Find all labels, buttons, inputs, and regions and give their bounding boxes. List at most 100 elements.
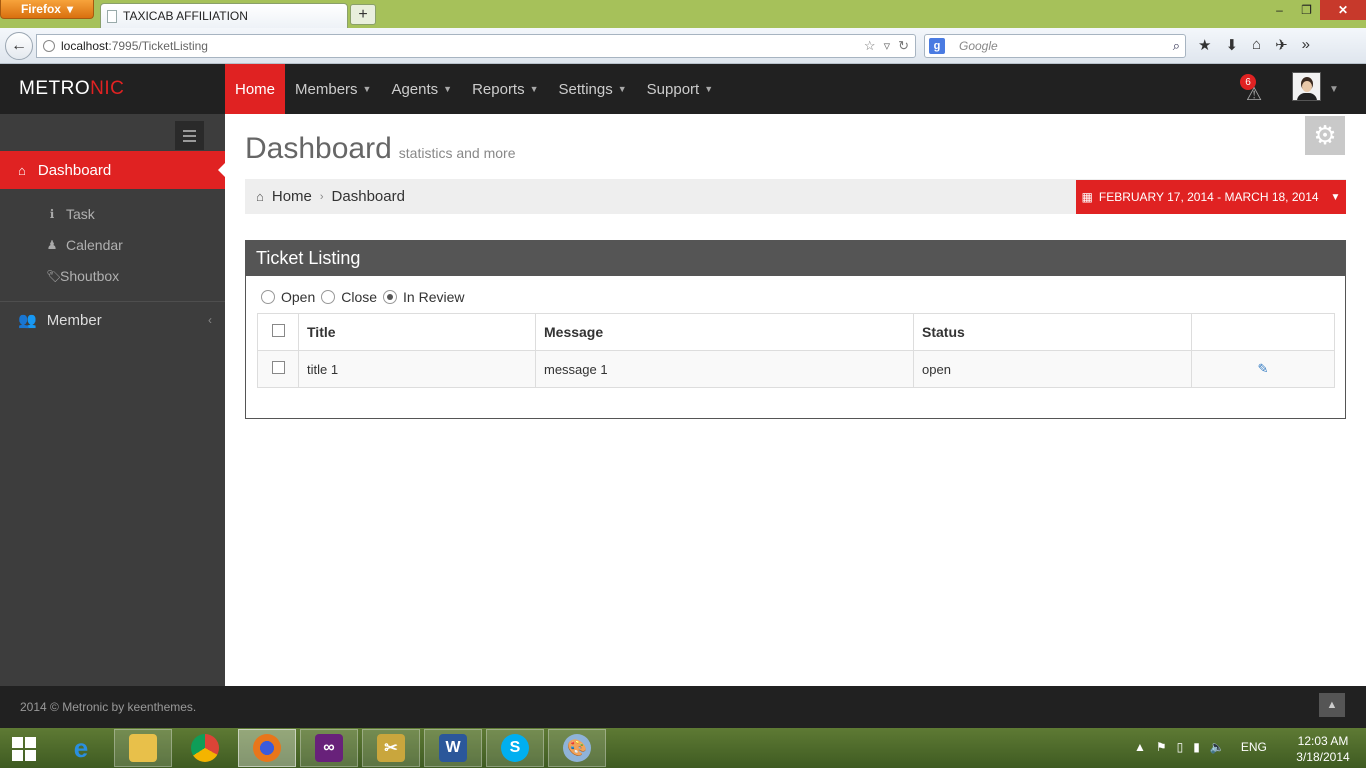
taskbar-visual-studio[interactable]: ∞: [300, 729, 358, 767]
clock-date: 3/18/2014: [1296, 750, 1350, 764]
column-actions: [1191, 313, 1335, 351]
home-icon: ⌂: [256, 189, 264, 204]
sidebar-item-calendar[interactable]: ♟ Calendar: [46, 233, 123, 257]
chevron-down-icon: ▼: [704, 84, 714, 94]
bookmark-star-icon[interactable]: ☆: [864, 38, 876, 54]
sidebar-item-label: Member: [46, 311, 102, 329]
firefox-icon: [253, 734, 281, 762]
filter-open[interactable]: Open: [261, 289, 315, 305]
plus-icon: +: [358, 5, 368, 23]
volume-icon[interactable]: 🔈: [1210, 740, 1225, 754]
chevron-down-icon: ▼: [1330, 191, 1341, 203]
notifications-button[interactable]: 6 ⚠: [1236, 72, 1268, 106]
date-range-picker[interactable]: ▦ FEBRUARY 17, 2014 - MARCH 18, 2014 ▼: [1076, 180, 1346, 214]
url-path: :7995/TicketListing: [108, 39, 208, 53]
search-bar[interactable]: g Google ⌕: [924, 34, 1186, 58]
nav-settings[interactable]: Settings ▼: [549, 64, 637, 114]
nav-agents[interactable]: Agents ▼: [381, 64, 462, 114]
nav-members[interactable]: Members ▼: [285, 64, 381, 114]
sidebar-item-shoutbox[interactable]: 🏷 Shoutbox: [46, 264, 119, 288]
logo[interactable]: METRO NIC: [19, 64, 124, 114]
top-navigation: Home Members ▼ Agents ▼ Reports ▼ Settings ▼…: [225, 64, 723, 120]
sidebar-toggle-button[interactable]: [175, 121, 204, 150]
logo-text-a: METRO: [19, 78, 91, 99]
theme-settings-button[interactable]: ⚙: [1305, 116, 1345, 155]
avatar[interactable]: [1292, 72, 1321, 101]
sidebar-item-member[interactable]: 👥 Member ‹: [18, 310, 212, 330]
info-icon: ℹ: [49, 207, 55, 221]
show-hidden-icons[interactable]: ▲: [1134, 740, 1146, 754]
radio-open[interactable]: [261, 290, 275, 304]
page-footer: 2014 © Metronic by keenthemes. ▲: [0, 686, 1366, 728]
taskbar-word[interactable]: W: [424, 729, 482, 767]
sidebar-item-dashboard[interactable]: ⌂ Dashboard: [0, 151, 225, 189]
window-controls: – ❐ ✕: [1266, 0, 1366, 20]
addon-icon[interactable]: ✈: [1275, 36, 1288, 54]
chevron-down-icon: ▼: [617, 84, 627, 94]
minimize-button[interactable]: –: [1266, 0, 1293, 20]
filter-in-review[interactable]: In Review: [383, 289, 465, 305]
taskbar-skype[interactable]: S: [486, 729, 544, 767]
search-icon[interactable]: ⌕: [1173, 38, 1180, 54]
skype-icon: S: [501, 734, 529, 762]
chevron-left-icon: ‹: [208, 313, 212, 327]
sidebar-item-task[interactable]: ℹ Task: [46, 202, 95, 226]
nav-label: Members: [295, 80, 358, 98]
taskbar-explorer[interactable]: [114, 729, 172, 767]
network-icon[interactable]: ▮: [1193, 740, 1200, 754]
reload-icon[interactable]: ↻: [898, 38, 909, 54]
user-icon: ♟: [46, 238, 58, 252]
panel-title: Ticket Listing: [246, 241, 1345, 276]
browser-tab[interactable]: TAXICAB AFFILIATION: [100, 3, 348, 28]
scroll-top-button[interactable]: ▲: [1319, 693, 1345, 717]
language-indicator[interactable]: ENG: [1241, 740, 1267, 754]
footer-text: 2014 © Metronic by keenthemes.: [20, 700, 197, 714]
chevron-down-icon: ▼: [362, 84, 372, 94]
clock[interactable]: 12:03 AM 3/18/2014: [1290, 733, 1356, 765]
nav-label: Reports: [472, 80, 525, 98]
restore-button[interactable]: ❐: [1293, 0, 1320, 20]
taskbar-ie[interactable]: e: [52, 729, 110, 767]
breadcrumb-home[interactable]: Home: [272, 188, 312, 205]
column-message[interactable]: Message: [535, 313, 914, 351]
battery-icon[interactable]: ▯: [1177, 740, 1184, 754]
chevron-down-icon: ▼: [529, 84, 539, 94]
filter-close[interactable]: Close: [321, 289, 377, 305]
system-tray: ▲ ⚑ ▯ ▮ 🔈 ENG: [1134, 740, 1267, 754]
back-button[interactable]: ←: [5, 32, 33, 60]
edit-icon[interactable]: ✎: [1258, 361, 1269, 376]
dropdown-icon[interactable]: ▿: [884, 38, 891, 54]
table-header-row: Title Message Status: [257, 313, 1335, 351]
url-bar[interactable]: localhost :7995/TicketListing ☆ ▿ ↻: [36, 34, 916, 58]
column-status[interactable]: Status: [913, 313, 1192, 351]
select-all-checkbox[interactable]: [271, 324, 285, 337]
nav-support[interactable]: Support ▼: [637, 64, 723, 114]
radio-close[interactable]: [321, 290, 336, 304]
bookmarks-icon[interactable]: ★: [1198, 36, 1211, 54]
download-icon[interactable]: ⬇: [1225, 36, 1238, 54]
nav-reports[interactable]: Reports ▼: [462, 64, 548, 114]
column-title[interactable]: Title: [298, 313, 536, 351]
start-button[interactable]: [12, 737, 36, 761]
ticket-listing-panel: Ticket Listing Open Close In Review Titl…: [245, 240, 1346, 419]
radio-in-review[interactable]: [383, 290, 398, 304]
breadcrumb-current: Dashboard: [331, 188, 405, 205]
row-checkbox[interactable]: [271, 361, 285, 374]
firefox-menu-button[interactable]: Firefox ▾: [0, 0, 94, 19]
nav-home[interactable]: Home: [225, 64, 286, 120]
user-menu-chevron-icon[interactable]: ▼: [1329, 84, 1339, 95]
app-header: METRO NIC Home Members ▼ Agents ▼ Reports ▼ …: [0, 64, 1366, 120]
taskbar-chrome[interactable]: [176, 729, 234, 767]
taskbar-firefox[interactable]: [238, 729, 296, 767]
home-icon[interactable]: ⌂: [1252, 36, 1261, 54]
flag-icon[interactable]: ⚑: [1156, 740, 1167, 754]
overflow-icon[interactable]: »: [1302, 36, 1310, 54]
taskbar-tools[interactable]: ✂: [362, 729, 420, 767]
taskbar-paint[interactable]: 🎨: [548, 729, 606, 767]
browser-navbar: ← localhost :7995/TicketListing ☆ ▿ ↻ g …: [0, 28, 1366, 64]
close-window-button[interactable]: ✕: [1320, 0, 1366, 20]
home-icon: ⌂: [18, 162, 26, 178]
new-tab-button[interactable]: +: [350, 4, 376, 25]
sidebar-item-label: Task: [66, 206, 95, 222]
table-row: title 1 message 1 open ✎: [257, 350, 1335, 388]
